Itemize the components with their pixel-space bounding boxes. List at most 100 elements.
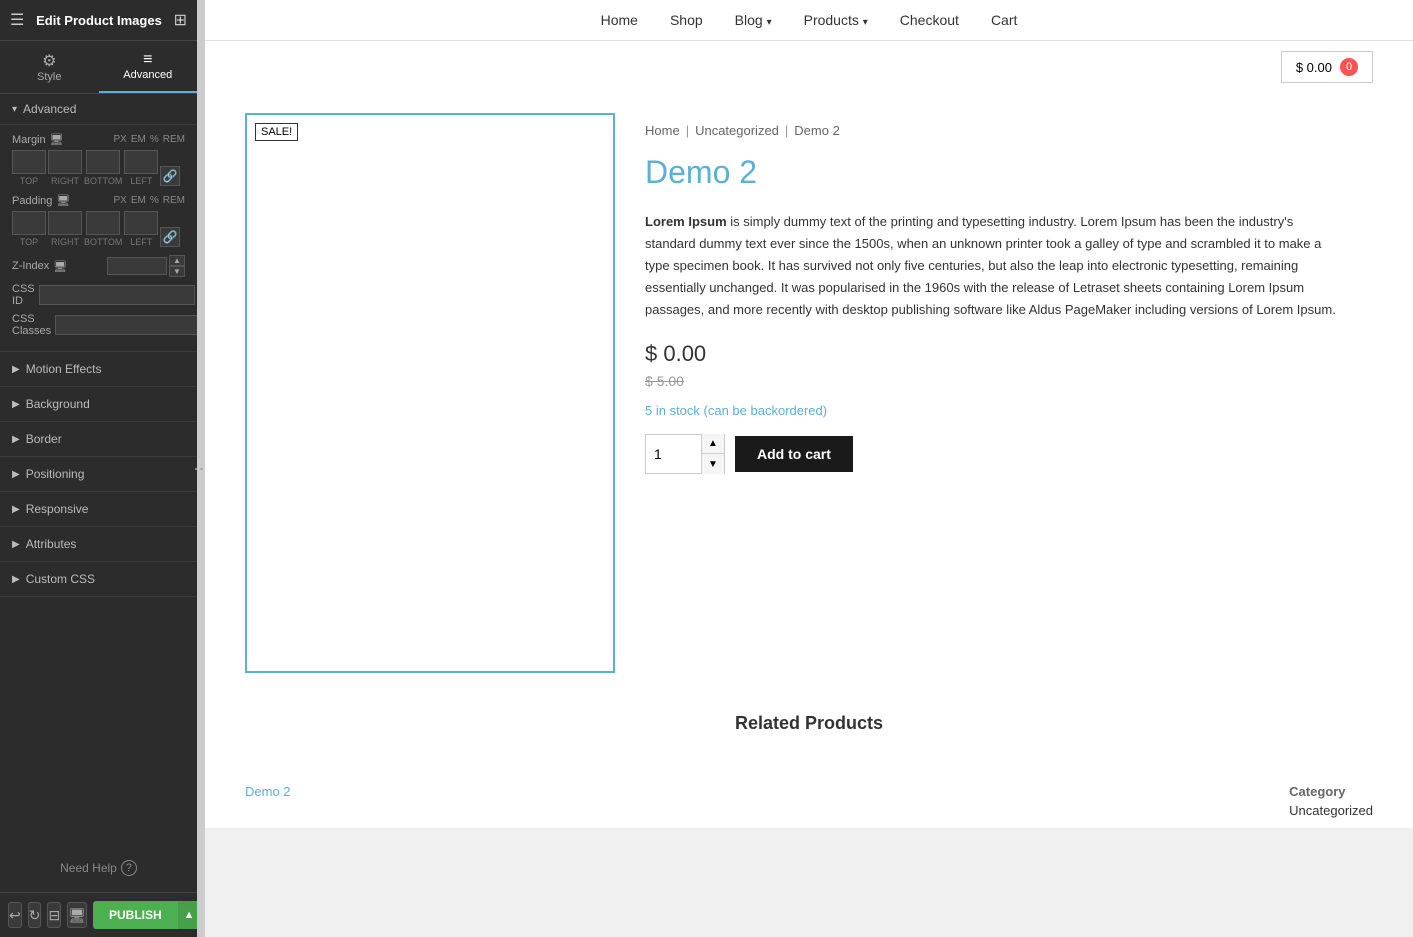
margin-percent-unit[interactable]: % xyxy=(150,134,159,145)
panel-footer: ↩ ↻ ⊟ 🖥 PUBLISH ▲ xyxy=(0,892,197,937)
padding-rem-unit[interactable]: REM xyxy=(163,195,185,206)
motion-effects-label: Motion Effects xyxy=(26,362,102,376)
product-description: Lorem Ipsum is simply dummy text of the … xyxy=(645,211,1343,321)
history-icon[interactable]: ↩ xyxy=(8,902,22,928)
breadcrumb-category[interactable]: Uncategorized xyxy=(695,123,779,138)
background-section[interactable]: ▶ Background xyxy=(0,387,197,422)
qty-down-button[interactable]: ▼ xyxy=(702,454,724,474)
margin-bottom-label: BOTTOM xyxy=(84,176,122,186)
forward-icon[interactable]: ↻ xyxy=(28,902,42,928)
css-classes-input[interactable] xyxy=(55,315,197,335)
margin-left-input[interactable] xyxy=(124,150,158,174)
responsive-section[interactable]: ▶ Responsive xyxy=(0,492,197,527)
product-desc-text: is simply dummy text of the printing and… xyxy=(645,214,1336,317)
padding-right-box: RIGHT xyxy=(48,211,82,247)
padding-link-icon[interactable]: 🔗 xyxy=(160,227,180,247)
css-classes-row: CSS Classes ⊞ xyxy=(12,313,185,337)
product-area: SALE! Home | Uncategorized | Demo 2 Demo… xyxy=(205,93,1413,693)
nav-checkout[interactable]: Checkout xyxy=(900,12,959,28)
grid-icon[interactable]: ⊞ xyxy=(174,10,187,30)
nav-cart[interactable]: Cart xyxy=(991,12,1017,28)
zindex-down-button[interactable]: ▼ xyxy=(169,266,185,277)
add-to-cart-button[interactable]: Add to cart xyxy=(735,436,853,472)
padding-top-box: TOP xyxy=(12,211,46,247)
product-name-link[interactable]: Demo 2 xyxy=(245,784,291,799)
border-arrow-icon: ▶ xyxy=(12,434,20,445)
cart-area: $ 0.00 0 xyxy=(205,41,1413,93)
motion-effects-section[interactable]: ▶ Motion Effects xyxy=(0,352,197,387)
padding-inputs: TOP RIGHT BOTTOM LEFT 🔗 xyxy=(12,211,185,247)
breadcrumb-home[interactable]: Home xyxy=(645,123,680,138)
left-panel: ☰ Edit Product Images ⊞ ⚙ Style ≡ Advanc… xyxy=(0,0,197,937)
margin-top-box: TOP xyxy=(12,150,46,186)
add-to-cart-row: ▲ ▼ Add to cart xyxy=(645,434,1343,474)
padding-bottom-input[interactable] xyxy=(86,211,120,235)
product-name-link-area: Demo 2 xyxy=(245,784,291,818)
css-id-label: CSS ID xyxy=(12,283,35,307)
margin-top-label: TOP xyxy=(20,176,38,186)
margin-px-unit[interactable]: PX xyxy=(114,134,127,145)
advanced-tab-label: Advanced xyxy=(99,69,198,81)
margin-right-input[interactable] xyxy=(48,150,82,174)
stock-info: 5 in stock (can be backordered) xyxy=(645,403,1343,418)
nav-products[interactable]: Products xyxy=(804,12,868,28)
positioning-section[interactable]: ▶ Positioning xyxy=(0,457,197,492)
layout-icon[interactable]: ⊟ xyxy=(47,902,61,928)
tab-style[interactable]: ⚙ Style xyxy=(0,41,99,93)
qty-up-button[interactable]: ▲ xyxy=(702,434,724,454)
attributes-label: Attributes xyxy=(26,537,77,551)
sale-badge: SALE! xyxy=(255,123,298,141)
attributes-section[interactable]: ▶ Attributes xyxy=(0,527,197,562)
nav-home[interactable]: Home xyxy=(601,12,638,28)
category-label: Category xyxy=(1289,784,1373,799)
publish-arrow-button[interactable]: ▲ xyxy=(178,901,197,929)
nav-shop[interactable]: Shop xyxy=(670,12,703,28)
qty-input[interactable] xyxy=(646,435,701,473)
css-id-input[interactable] xyxy=(39,285,195,305)
padding-label: Padding xyxy=(12,195,52,207)
padding-em-unit[interactable]: EM xyxy=(131,195,146,206)
zindex-monitor-icon: 🖥 xyxy=(53,260,67,273)
qty-input-box: ▲ ▼ xyxy=(645,434,725,474)
panel-title: Edit Product Images xyxy=(36,13,162,28)
resize-handle[interactable]: ⋮ xyxy=(197,0,205,937)
margin-row-header: Margin 🖥 PX EM % REM xyxy=(12,133,185,146)
zindex-input[interactable] xyxy=(107,257,167,275)
margin-em-unit[interactable]: EM xyxy=(131,134,146,145)
zindex-label-wrap: Z-Index 🖥 xyxy=(12,260,72,273)
border-section[interactable]: ▶ Border xyxy=(0,422,197,457)
padding-px-unit[interactable]: PX xyxy=(114,195,127,206)
need-help-area[interactable]: Need Help ? xyxy=(0,844,197,892)
custom-css-section[interactable]: ▶ Custom CSS xyxy=(0,562,197,597)
nav-blog[interactable]: Blog xyxy=(735,12,772,28)
product-price: $ 0.00 xyxy=(645,341,1343,367)
hamburger-icon[interactable]: ☰ xyxy=(10,10,24,30)
padding-top-input[interactable] xyxy=(12,211,46,235)
tab-advanced[interactable]: ≡ Advanced xyxy=(99,41,198,93)
device-icon[interactable]: 🖥 xyxy=(67,902,87,928)
motion-effects-arrow-icon: ▶ xyxy=(12,364,20,375)
publish-button[interactable]: PUBLISH xyxy=(93,901,178,929)
margin-bottom-box: BOTTOM xyxy=(84,150,122,186)
advanced-section-label: Advanced xyxy=(23,102,76,116)
background-label: Background xyxy=(26,397,90,411)
padding-percent-unit[interactable]: % xyxy=(150,195,159,206)
padding-monitor-icon: 🖥 xyxy=(56,194,70,207)
advanced-section-body: Margin 🖥 PX EM % REM TOP RIGHT BOTTOM xyxy=(0,125,197,352)
zindex-up-button[interactable]: ▲ xyxy=(169,255,185,266)
responsive-arrow-icon: ▶ xyxy=(12,504,20,515)
margin-inputs: TOP RIGHT BOTTOM LEFT 🔗 xyxy=(12,150,185,186)
margin-bottom-input[interactable] xyxy=(86,150,120,174)
margin-label: Margin xyxy=(12,134,46,146)
margin-left-label: LEFT xyxy=(130,176,152,186)
advanced-section-header[interactable]: ▾ Advanced xyxy=(0,94,197,125)
margin-link-icon[interactable]: 🔗 xyxy=(160,166,180,186)
padding-right-label: RIGHT xyxy=(51,237,79,247)
padding-right-input[interactable] xyxy=(48,211,82,235)
padding-left-input[interactable] xyxy=(124,211,158,235)
cart-button[interactable]: $ 0.00 0 xyxy=(1281,51,1373,83)
advanced-arrow-icon: ▾ xyxy=(12,104,17,115)
margin-top-input[interactable] xyxy=(12,150,46,174)
product-meta-footer: Demo 2 Category Uncategorized xyxy=(205,774,1413,828)
margin-rem-unit[interactable]: REM xyxy=(163,134,185,145)
